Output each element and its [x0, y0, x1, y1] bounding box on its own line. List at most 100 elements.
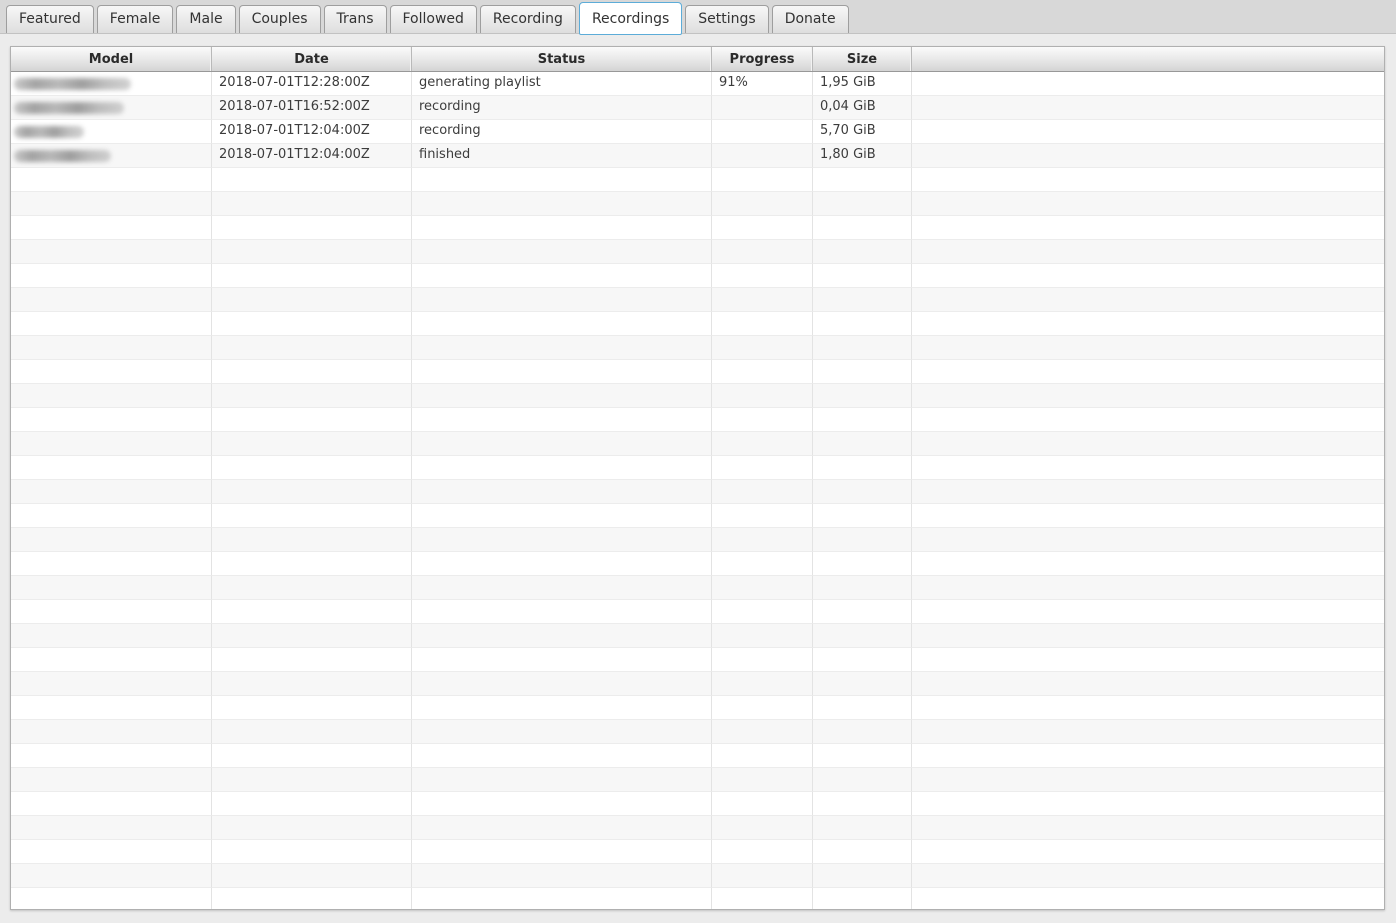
column-header-label: Status	[537, 51, 586, 67]
table-row-empty	[11, 432, 1384, 456]
cell-filler-empty	[912, 360, 1384, 384]
tab-featured[interactable]: Featured	[6, 5, 94, 33]
cell-model-empty	[11, 216, 212, 240]
column-header-label: Date	[294, 51, 329, 67]
cell-status-empty	[412, 672, 712, 696]
cell-filler-empty	[912, 168, 1384, 192]
column-header-size[interactable]: Size	[813, 47, 912, 71]
cell-status-empty	[412, 504, 712, 528]
column-header-progress[interactable]: Progress	[712, 47, 813, 71]
cell-filler-empty	[912, 336, 1384, 360]
cell-date-empty	[212, 480, 412, 504]
cell-progress-empty	[712, 696, 813, 720]
column-header-date[interactable]: Date	[212, 47, 412, 71]
cell-progress-empty	[712, 264, 813, 288]
table-row-empty	[11, 312, 1384, 336]
cell-size-empty	[813, 264, 912, 288]
model-name-blurred	[14, 126, 84, 138]
cell-progress-empty	[712, 408, 813, 432]
table-row[interactable]: 2018-07-01T12:04:00Z recording 5,70 GiB	[11, 120, 1384, 144]
table-row[interactable]: 2018-07-01T12:04:00Z finished 1,80 GiB	[11, 144, 1384, 168]
cell-date-empty	[212, 360, 412, 384]
cell-date: 2018-07-01T12:28:00Z	[212, 72, 412, 96]
cell-size-empty	[813, 480, 912, 504]
cell-date-empty	[212, 288, 412, 312]
table-row-empty	[11, 240, 1384, 264]
cell-filler-empty	[912, 768, 1384, 792]
tab-male[interactable]: Male	[176, 5, 236, 33]
cell-model-empty	[11, 864, 212, 888]
cell-filler-empty	[912, 576, 1384, 600]
cell-status-empty	[412, 744, 712, 768]
cell-model-empty	[11, 552, 212, 576]
column-header-status[interactable]: Status	[412, 47, 712, 71]
cell-status-empty	[412, 888, 712, 909]
cell-status: recording	[412, 96, 712, 120]
cell-model-empty	[11, 264, 212, 288]
tab-recordings[interactable]: Recordings	[578, 2, 683, 35]
cell-progress-empty	[712, 888, 813, 909]
cell-date-empty	[212, 264, 412, 288]
cell-date-empty	[212, 744, 412, 768]
cell-status-empty	[412, 408, 712, 432]
tab-donate[interactable]: Donate	[771, 5, 849, 33]
cell-date: 2018-07-01T12:04:00Z	[212, 120, 412, 144]
cell-filler-empty	[912, 312, 1384, 336]
table-row-empty	[11, 600, 1384, 624]
cell-filler	[912, 72, 1384, 96]
cell-filler-empty	[912, 216, 1384, 240]
cell-date-empty	[212, 576, 412, 600]
cell-progress-empty	[712, 456, 813, 480]
cell-filler-empty	[912, 408, 1384, 432]
content-area: Model Date Status Progress Size 2018-07-01T1…	[0, 34, 1396, 923]
cell-model-empty	[11, 336, 212, 360]
table-row-empty	[11, 192, 1384, 216]
cell-progress-empty	[712, 384, 813, 408]
tab-trans[interactable]: Trans	[323, 5, 387, 33]
cell-progress-empty	[712, 480, 813, 504]
cell-progress: 91%	[712, 72, 813, 96]
table-row-empty	[11, 672, 1384, 696]
table-row[interactable]: 2018-07-01T16:52:00Z recording 0,04 GiB	[11, 96, 1384, 120]
tab-couples[interactable]: Couples	[238, 5, 321, 33]
tab-recording[interactable]: Recording	[479, 5, 576, 33]
table-row-empty	[11, 720, 1384, 744]
table-row-empty	[11, 264, 1384, 288]
cell-date-empty	[212, 840, 412, 864]
cell-status-empty	[412, 600, 712, 624]
cell-date-empty	[212, 240, 412, 264]
cell-progress-empty	[712, 624, 813, 648]
tab-settings[interactable]: Settings	[685, 5, 769, 33]
table-row-empty	[11, 864, 1384, 888]
model-name-blurred	[14, 78, 131, 90]
table-row-empty	[11, 816, 1384, 840]
cell-filler-empty	[912, 264, 1384, 288]
cell-progress-empty	[712, 744, 813, 768]
cell-date: 2018-07-01T16:52:00Z	[212, 96, 412, 120]
tab-followed[interactable]: Followed	[389, 5, 477, 33]
cell-size: 1,95 GiB	[813, 72, 912, 96]
cell-date-empty	[212, 456, 412, 480]
cell-size-empty	[813, 840, 912, 864]
cell-filler-empty	[912, 504, 1384, 528]
cell-date-empty	[212, 792, 412, 816]
cell-date-empty	[212, 216, 412, 240]
cell-status-empty	[412, 312, 712, 336]
cell-status-empty	[412, 552, 712, 576]
cell-model-empty	[11, 624, 212, 648]
cell-filler-empty	[912, 816, 1384, 840]
cell-model-empty	[11, 480, 212, 504]
recordings-table: Model Date Status Progress Size 2018-07-01T1…	[10, 46, 1385, 910]
cell-progress-empty	[712, 192, 813, 216]
cell-size: 1,80 GiB	[813, 144, 912, 168]
table-row-empty	[11, 768, 1384, 792]
cell-size: 5,70 GiB	[813, 120, 912, 144]
table-row[interactable]: 2018-07-01T12:28:00Z generating playlist 9…	[11, 72, 1384, 96]
tab-female[interactable]: Female	[96, 5, 174, 33]
table-header: Model Date Status Progress Size	[11, 47, 1384, 72]
column-header-model[interactable]: Model	[11, 47, 212, 71]
cell-model	[11, 72, 212, 96]
cell-date-empty	[212, 648, 412, 672]
cell-filler-empty	[912, 864, 1384, 888]
table-row-empty	[11, 696, 1384, 720]
